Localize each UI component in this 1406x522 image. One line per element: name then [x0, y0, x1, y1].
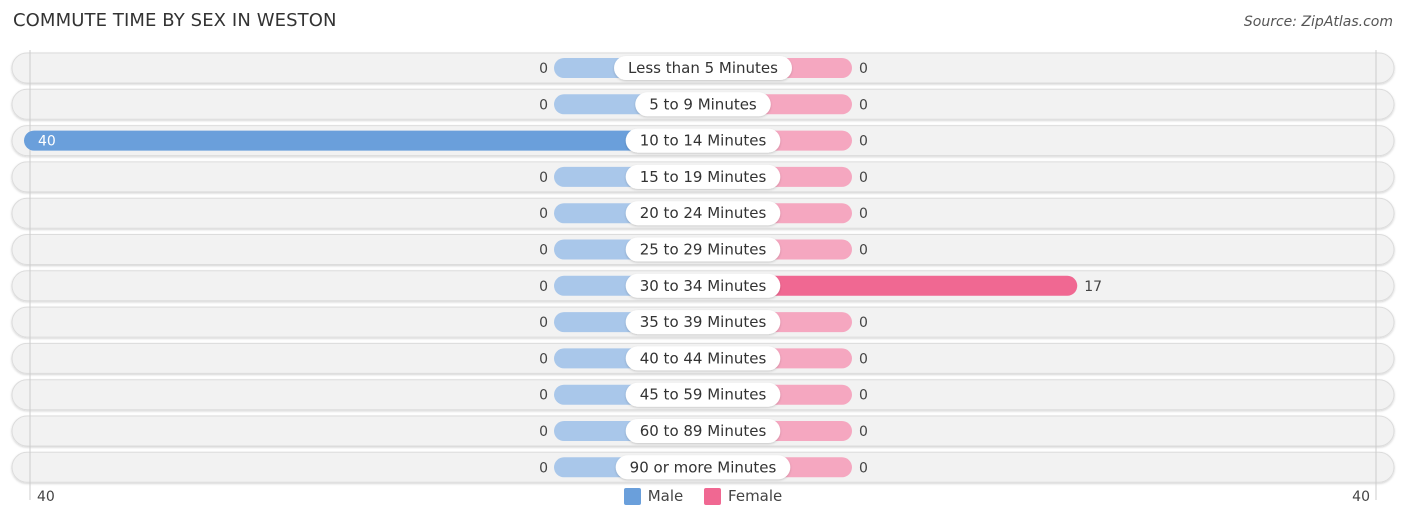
category-label: 25 to 29 Minutes — [640, 241, 767, 259]
legend-swatch-male — [623, 487, 641, 505]
value-label-male: 0 — [539, 351, 548, 367]
category-label: 90 or more Minutes — [630, 458, 777, 476]
legend: Male Female — [0, 487, 1406, 509]
value-label-male: 0 — [539, 460, 548, 476]
value-label-female: 0 — [859, 170, 868, 186]
value-label-female: 0 — [859, 315, 868, 331]
value-label-male: 0 — [539, 97, 548, 113]
bar-male — [24, 130, 703, 151]
legend-label-female: Female — [728, 487, 783, 505]
category-label: 20 to 24 Minutes — [640, 204, 767, 222]
category-label: 10 to 14 Minutes — [640, 132, 767, 150]
value-label-male: 0 — [539, 424, 548, 440]
value-label-female: 0 — [859, 97, 868, 113]
category-label: 40 to 44 Minutes — [640, 349, 767, 367]
value-label-male: 40 — [38, 134, 56, 150]
legend-label-male: Male — [647, 487, 684, 505]
value-label-male: 0 — [539, 61, 548, 77]
value-label-male: 0 — [539, 243, 548, 259]
chart-area: 0 0 Less than 5 Minutes 0 0 5 to 9 Minutes 40 0… — [11, 50, 1395, 500]
value-label-female: 0 — [859, 206, 868, 222]
value-label-female: 0 — [859, 424, 868, 440]
value-label-female: 17 — [1084, 279, 1102, 295]
value-label-male: 0 — [539, 315, 548, 331]
category-label: 35 to 39 Minutes — [640, 313, 767, 331]
value-label-female: 0 — [859, 388, 868, 404]
legend-item-male[interactable]: Male — [623, 487, 684, 505]
category-label: 60 to 89 Minutes — [640, 422, 767, 440]
value-label-female: 0 — [859, 243, 868, 259]
value-label-female: 0 — [859, 61, 868, 77]
value-label-female: 0 — [859, 460, 868, 476]
category-label: 15 to 19 Minutes — [640, 168, 767, 186]
value-label-male: 0 — [539, 279, 548, 295]
legend-item-female[interactable]: Female — [704, 487, 782, 505]
legend-swatch-female — [704, 487, 722, 505]
category-label: 45 to 59 Minutes — [640, 386, 767, 404]
value-label-male: 0 — [539, 388, 548, 404]
category-label: 5 to 9 Minutes — [649, 95, 757, 113]
category-label: 30 to 34 Minutes — [640, 277, 767, 295]
value-label-male: 0 — [539, 206, 548, 222]
category-label: Less than 5 Minutes — [628, 59, 778, 77]
value-label-female: 0 — [859, 134, 868, 150]
value-label-female: 0 — [859, 351, 868, 367]
value-label-male: 0 — [539, 170, 548, 186]
